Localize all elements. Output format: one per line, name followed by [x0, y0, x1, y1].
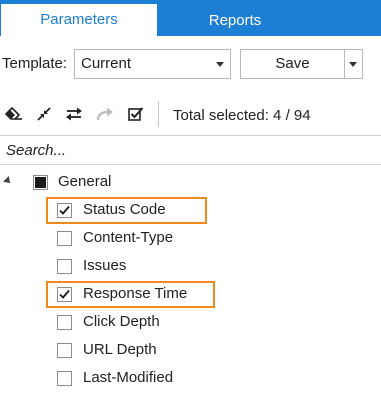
group-checkbox[interactable]	[33, 175, 48, 190]
item-label: Issues	[83, 257, 127, 274]
tree-item: Content-Type	[0, 224, 381, 252]
tree-item: Status Code	[0, 196, 381, 224]
template-dropdown[interactable]: Current	[74, 49, 231, 79]
item-label: Response Time	[83, 285, 188, 302]
tree-item: Issues	[0, 252, 381, 280]
collapse-arrows-icon[interactable]	[33, 103, 55, 125]
tree-group-general: General	[0, 168, 381, 196]
search-box	[0, 135, 381, 165]
tree-item: Click Depth	[0, 308, 381, 336]
tree-item: Last-Modified	[0, 364, 381, 392]
toolbar-divider	[158, 101, 159, 127]
template-row: Template: Current Save	[0, 46, 381, 82]
item-checkbox[interactable]	[57, 315, 72, 330]
item-checkbox-checked[interactable]	[57, 203, 72, 218]
tree-item: URL Depth	[0, 336, 381, 364]
item-label: Content-Type	[83, 229, 174, 246]
tree-item: Response Time	[0, 280, 381, 308]
item-label: Last-Modified	[83, 369, 174, 386]
chevron-down-icon	[216, 62, 224, 67]
expand-triangle-icon[interactable]	[3, 176, 13, 186]
item-checkbox[interactable]	[57, 371, 72, 386]
save-options-dropdown[interactable]	[345, 50, 362, 78]
redo-arrow-icon	[94, 103, 116, 125]
save-split-button: Save	[240, 49, 363, 79]
template-label: Template:	[2, 55, 68, 72]
item-label: URL Depth	[83, 341, 157, 358]
item-checkbox[interactable]	[57, 231, 72, 246]
swap-arrows-icon[interactable]	[63, 103, 85, 125]
template-selected-value: Current	[81, 55, 132, 72]
item-checkbox[interactable]	[57, 259, 72, 274]
eraser-icon[interactable]	[3, 103, 25, 125]
toolbar: Total selected: 4 / 94	[0, 97, 381, 135]
item-label: Click Depth	[83, 313, 160, 330]
tab-parameters[interactable]: Parameters	[1, 4, 157, 36]
item-checkbox-checked[interactable]	[57, 287, 72, 302]
tab-reports[interactable]: Reports	[157, 0, 313, 36]
chevron-down-icon	[349, 62, 357, 67]
item-label: Status Code	[83, 201, 166, 218]
item-checkbox[interactable]	[57, 343, 72, 358]
checklist-icon[interactable]	[125, 103, 147, 125]
group-label: General	[58, 173, 112, 190]
total-selected-label: Total selected: 4 / 94	[173, 107, 311, 124]
search-input[interactable]	[0, 136, 381, 164]
save-button[interactable]: Save	[241, 50, 344, 78]
tab-bar: Parameters Reports	[0, 0, 381, 36]
